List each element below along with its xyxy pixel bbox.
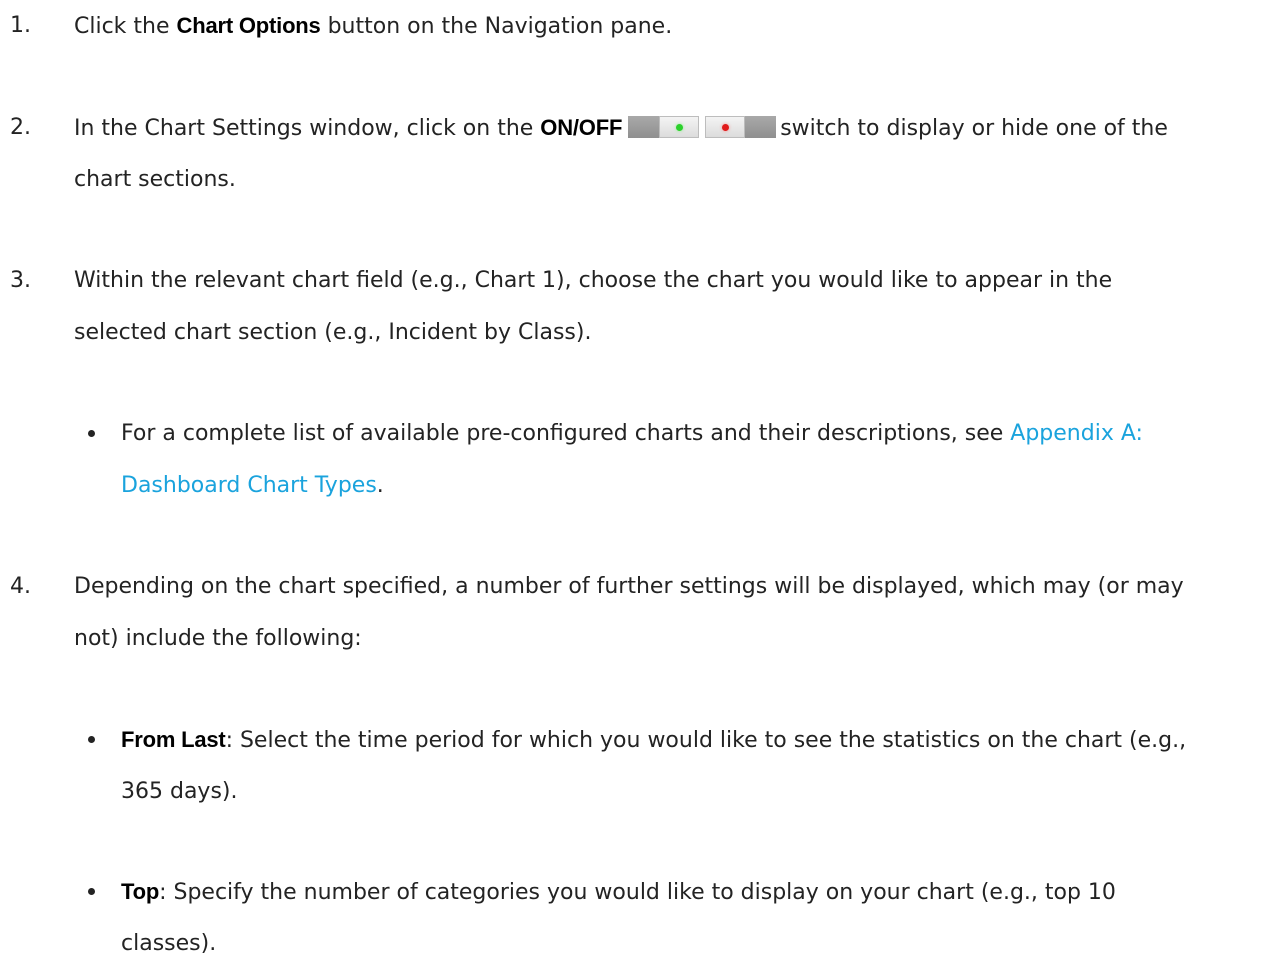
appendix-a-link[interactable]: Appendix A: — [1010, 421, 1143, 446]
bullet-text-part: For a complete list of available pre-con… — [121, 421, 1011, 446]
top-label: Top — [121, 879, 160, 904]
switch-track-left — [628, 116, 660, 138]
step-text-part: Click the — [74, 14, 177, 39]
step-text-part: In the Chart Settings window, click on t… — [74, 116, 541, 141]
step-text-part: switch to display or hide one of the — [780, 116, 1168, 141]
bullet-text-line2: classes). — [121, 931, 217, 956]
step-number: 4. — [10, 574, 31, 599]
from-last-label: From Last — [121, 727, 226, 752]
step-text-line2: not) include the following: — [74, 626, 362, 651]
dashboard-chart-types-link[interactable]: Dashboard Chart Types — [121, 473, 377, 498]
bullet-text-part: : Select the time period for which you w… — [225, 728, 1187, 753]
step-number: 3. — [10, 268, 31, 293]
bullet-text: For a complete list of available pre-con… — [121, 408, 1266, 460]
red-led-icon — [722, 124, 730, 131]
green-led-icon — [676, 124, 684, 131]
switch-on-knob — [659, 116, 700, 138]
switch-off-knob — [705, 116, 746, 138]
step-number: 2. — [10, 115, 31, 140]
step-text-line2: selected chart section (e.g., Incident b… — [74, 320, 592, 345]
on-off-switch-icon — [628, 116, 777, 138]
bullet-text-part: . — [376, 473, 384, 498]
step-number: 1. — [10, 13, 31, 38]
bullet-text: Top: Specify the number of categories yo… — [121, 866, 1266, 919]
bullet-icon — [88, 888, 95, 895]
step-text-line2: chart sections. — [74, 167, 236, 192]
step-text: In the Chart Settings window, click on t… — [74, 102, 1264, 155]
step-text: Click the Chart Options button on the Na… — [74, 0, 1264, 53]
step-text: Depending on the chart specified, a numb… — [74, 574, 1184, 599]
bullet-text-line2: 365 days). — [121, 779, 238, 804]
bullet-text-part: : Specify the number of categories you w… — [159, 880, 1116, 905]
instruction-document: 1. Click the Chart Options button on the… — [0, 0, 1269, 956]
bullet-icon — [88, 430, 95, 437]
bullet-text: From Last: Select the time period for wh… — [121, 714, 1266, 767]
step-text: Within the relevant chart field (e.g., C… — [74, 268, 1113, 293]
chart-options-label: Chart Options — [176, 13, 321, 38]
bullet-icon — [88, 736, 95, 743]
on-off-label: ON/OFF — [540, 115, 623, 140]
switch-track-right — [745, 116, 777, 138]
bullet-text-line2: Dashboard Chart Types. — [121, 460, 1266, 512]
step-text-part: button on the Navigation pane. — [320, 14, 673, 39]
